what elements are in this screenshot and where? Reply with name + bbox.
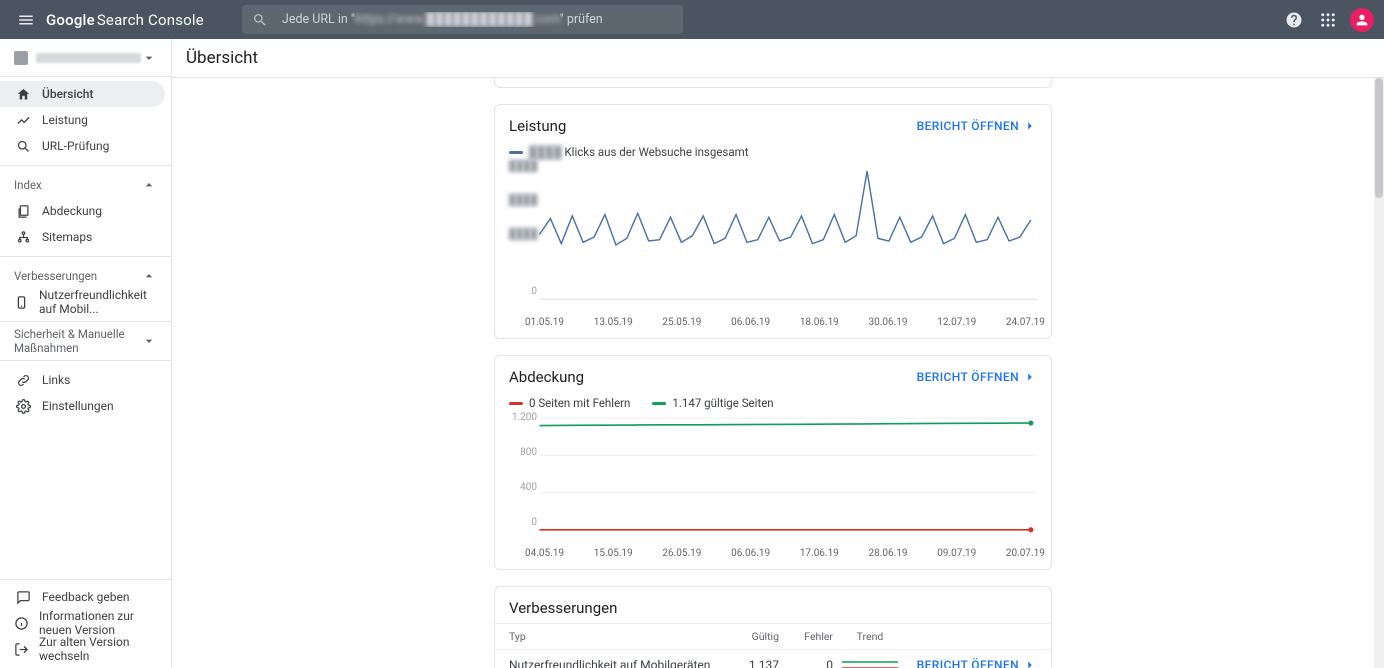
product-logo[interactable]: Google Search Console — [46, 11, 204, 29]
row-valid: 1.137 — [725, 658, 779, 668]
sidebar: Übersicht Leistung URL-Prüfung Index Abd… — [0, 39, 172, 668]
nav-sitemaps[interactable]: Sitemaps — [0, 224, 165, 250]
row-sparkline — [833, 658, 907, 668]
menu-toggle[interactable] — [10, 4, 42, 36]
nav-label: Nutzerfreundlichkeit auf Mobil... — [39, 288, 151, 316]
person-icon — [1354, 12, 1370, 28]
card-title: Verbesserungen — [509, 599, 1037, 617]
nav-label: Sitemaps — [42, 230, 92, 244]
scrollbar[interactable] — [1374, 78, 1384, 668]
previous-card-edge — [494, 78, 1052, 88]
nav-performance[interactable]: Leistung — [0, 107, 165, 133]
exit-icon — [14, 642, 29, 657]
nav-overview[interactable]: Übersicht — [0, 81, 165, 107]
coverage-chart: 1.2008004000 — [509, 412, 1037, 542]
nav-links[interactable]: Links — [0, 367, 165, 393]
chevron-right-icon — [1023, 658, 1037, 668]
menu-icon — [17, 11, 35, 29]
topbar: Google Search Console Jede URL in "https… — [0, 0, 1384, 39]
scrollbar-thumb[interactable] — [1375, 78, 1383, 198]
improvements-row[interactable]: Nutzerfreundlichkeit auf Mobilgeräten 1.… — [495, 650, 1051, 668]
apps-button[interactable] — [1312, 4, 1344, 36]
nav-mobile-usability[interactable]: Nutzerfreundlichkeit auf Mobil... — [0, 289, 165, 315]
trend-icon — [16, 113, 31, 128]
nav-url-inspect[interactable]: URL-Prüfung — [0, 133, 165, 159]
card-improvements: Verbesserungen Typ Gültig Fehler Trend N… — [494, 586, 1052, 668]
card-title: Abdeckung — [509, 368, 917, 386]
pages-icon — [16, 204, 31, 219]
mobile-icon — [14, 295, 29, 310]
nav-label: Einstellungen — [42, 399, 114, 413]
chevron-down-icon — [141, 50, 157, 66]
chevron-up-icon — [141, 268, 157, 284]
search-icon — [252, 12, 268, 28]
improvements-table-head: Typ Gültig Fehler Trend — [495, 623, 1051, 650]
nav-legacy[interactable]: Zur alten Version wechseln — [0, 636, 165, 662]
performance-chart: ████████████0 — [509, 161, 1037, 311]
nav-label: Abdeckung — [42, 204, 102, 218]
page-title: Übersicht — [186, 48, 258, 68]
logo-bold: Google — [46, 11, 95, 29]
open-report-improvement[interactable]: BERICHT ÖFFNEN — [917, 658, 1037, 668]
nav-label: Informationen zur neuen Version — [39, 609, 151, 637]
sitemap-icon — [16, 230, 31, 245]
nav-section-improve[interactable]: Verbesserungen — [0, 263, 171, 289]
nav-label: Zur alten Version wechseln — [39, 635, 151, 663]
link-icon — [16, 373, 31, 388]
magnifier-icon — [16, 139, 31, 154]
nav: Übersicht Leistung URL-Prüfung Index Abd… — [0, 77, 171, 579]
property-icon — [14, 51, 28, 65]
gear-icon — [16, 399, 31, 414]
nav-label: Leistung — [42, 113, 88, 127]
property-name-blurred — [36, 53, 141, 63]
nav-coverage[interactable]: Abdeckung — [0, 198, 165, 224]
nav-label: Übersicht — [42, 87, 93, 101]
help-icon — [1285, 11, 1303, 29]
apps-icon — [1319, 11, 1337, 29]
nav-label: URL-Prüfung — [42, 139, 109, 153]
card-performance: Leistung BERICHT ÖFFNEN ████ Klicks aus … — [494, 104, 1052, 339]
logo-rest: Search Console — [97, 11, 204, 29]
open-report-performance[interactable]: BERICHT ÖFFNEN — [917, 119, 1037, 133]
feedback-icon — [16, 590, 31, 605]
chevron-up-icon — [141, 177, 157, 193]
nav-feedback[interactable]: Feedback geben — [0, 584, 165, 610]
property-selector[interactable] — [0, 39, 171, 77]
url-search-input[interactable]: Jede URL in "https://www.████████████.co… — [242, 5, 683, 34]
chevron-right-icon — [1023, 370, 1037, 384]
nav-label: Links — [42, 373, 70, 387]
open-report-coverage[interactable]: BERICHT ÖFFNEN — [917, 370, 1037, 384]
sidebar-footer: Feedback geben Informationen zur neuen V… — [0, 579, 171, 668]
coverage-xaxis: 04.05.1915.05.1926.05.1906.06.1917.06.19… — [495, 546, 1051, 569]
chevron-down-icon — [141, 333, 157, 349]
nav-section-index[interactable]: Index — [0, 172, 171, 198]
row-errors: 0 — [779, 658, 833, 668]
card-title: Leistung — [509, 117, 917, 135]
row-label: Nutzerfreundlichkeit auf Mobilgeräten — [509, 658, 725, 668]
nav-info[interactable]: Informationen zur neuen Version — [0, 610, 165, 636]
account-avatar[interactable] — [1350, 8, 1374, 32]
nav-label: Feedback geben — [42, 590, 129, 604]
home-icon — [16, 87, 31, 102]
nav-settings[interactable]: Einstellungen — [0, 393, 165, 419]
info-icon — [14, 616, 29, 631]
performance-legend: ████ Klicks aus der Websuche insgesamt — [495, 141, 1051, 161]
help-button[interactable] — [1278, 4, 1310, 36]
card-coverage: Abdeckung BERICHT ÖFFNEN 0 Seiten mit Fe… — [494, 355, 1052, 570]
nav-section-security[interactable]: Sicherheit & Manuelle Maßnahmen — [0, 328, 171, 354]
search-placeholder: Jede URL in "https://www.████████████.co… — [282, 12, 603, 27]
coverage-legend: 0 Seiten mit Fehlern 1.147 gültige Seite… — [495, 392, 1051, 412]
performance-xaxis: 01.05.1913.05.1925.05.1906.06.1918.06.19… — [495, 315, 1051, 338]
chevron-right-icon — [1023, 119, 1037, 133]
content: Leistung BERICHT ÖFFNEN ████ Klicks aus … — [172, 78, 1374, 668]
page-header: Übersicht — [172, 39, 1384, 78]
